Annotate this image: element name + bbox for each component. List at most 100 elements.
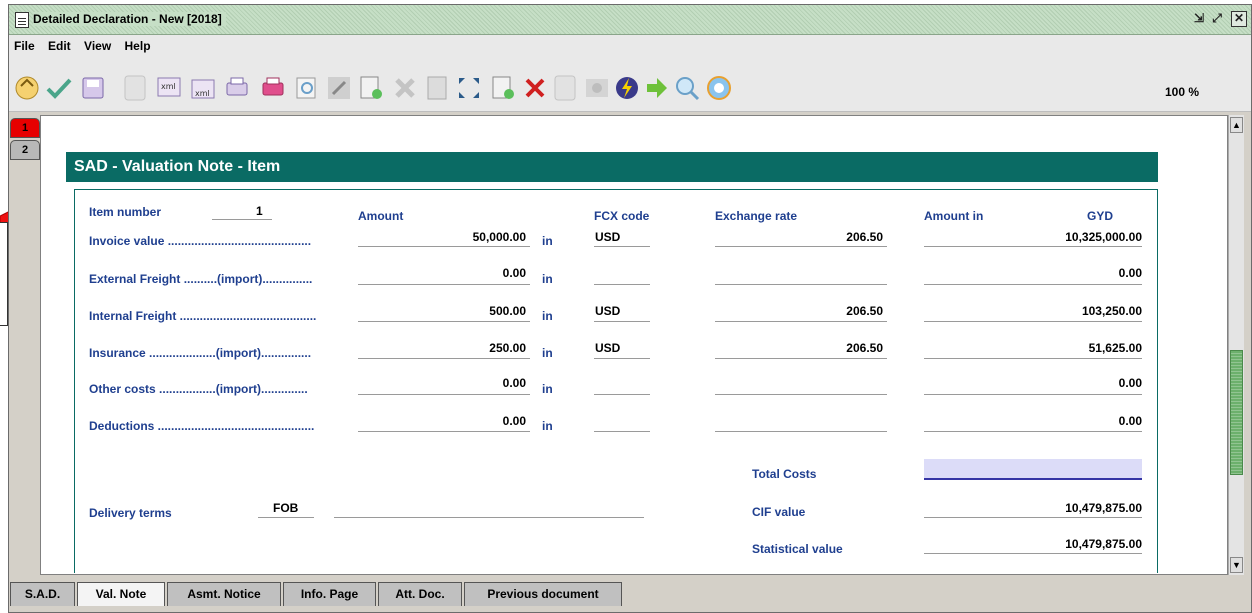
restore-icon[interactable]: ⇲ [1191, 11, 1207, 27]
field-underline [358, 358, 530, 359]
in-label: in [542, 382, 553, 396]
add-item-icon[interactable] [489, 74, 517, 102]
delivery-terms-label: Delivery terms [89, 506, 172, 520]
in-label: in [542, 419, 553, 433]
document-icon [423, 74, 451, 102]
expand-icon[interactable] [455, 74, 483, 102]
scroll-thumb[interactable] [1230, 350, 1243, 475]
insurance-rate-field[interactable]: 206.50 [715, 341, 883, 355]
amount-in-header: Amount in [924, 209, 984, 223]
save-icon[interactable] [79, 74, 107, 102]
tab-sad[interactable]: S.A.D. [10, 582, 75, 606]
field-underline [594, 394, 650, 395]
close-icon[interactable]: ✕ [1231, 11, 1247, 27]
invoice-amount-field[interactable]: 50,000.00 [358, 230, 526, 244]
lightning-icon[interactable] [613, 74, 641, 102]
menu-edit[interactable]: Edit [43, 35, 76, 53]
view-icon [583, 74, 611, 102]
tab-previous-document[interactable]: Previous document [464, 582, 622, 606]
in-label: in [542, 234, 553, 248]
external-freight-amount-field[interactable]: 0.00 [358, 266, 526, 280]
statistical-value-label: Statistical value [752, 542, 843, 556]
internal-freight-fcx-field[interactable]: USD [595, 304, 620, 318]
delete-icon [391, 74, 419, 102]
field-underline [358, 321, 530, 322]
check-icon[interactable] [45, 74, 73, 102]
page-tab-1[interactable]: 1 [10, 118, 40, 138]
in-label: in [542, 272, 553, 286]
insurance-label: Insurance ....................(import)..… [89, 346, 312, 360]
print-icon[interactable] [259, 74, 287, 102]
deductions-label: Deductions .............................… [89, 419, 315, 433]
tab-info-page[interactable]: Info. Page [283, 582, 376, 606]
help-icon[interactable] [705, 74, 733, 102]
field-underline [924, 394, 1142, 395]
field-underline [924, 553, 1142, 554]
invoice-gyd-field: 10,325,000.00 [1065, 230, 1142, 244]
vertical-scrollbar[interactable]: ▲ ▼ [1228, 115, 1244, 575]
open-icon[interactable] [13, 74, 41, 102]
field-underline [594, 246, 650, 247]
tab-val-note[interactable]: Val. Note [77, 582, 165, 606]
find-icon[interactable] [293, 74, 321, 102]
remove-icon[interactable] [521, 74, 549, 102]
tab-att-doc[interactable]: Att. Doc. [378, 582, 462, 606]
field-underline [715, 394, 887, 395]
xml-export-icon[interactable]: xml [155, 74, 183, 102]
section-title: SAD - Valuation Note - Item [66, 152, 1158, 182]
menu-file[interactable]: File [9, 35, 40, 53]
deductions-gyd-field: 0.00 [1118, 414, 1142, 428]
print-preview-icon[interactable] [223, 74, 251, 102]
other-costs-gyd-field: 0.00 [1118, 376, 1142, 390]
insurance-gyd-field: 51,625.00 [1088, 341, 1142, 355]
field-underline [334, 517, 644, 518]
background-window-fragment [0, 222, 8, 326]
delivery-terms-field[interactable]: FOB [273, 501, 298, 515]
page-tab-2[interactable]: 2 [10, 140, 40, 160]
field-underline [924, 517, 1142, 518]
item-number-value[interactable]: 1 [256, 204, 263, 218]
forward-icon[interactable] [643, 74, 671, 102]
field-underline [358, 284, 530, 285]
insurance-amount-field[interactable]: 250.00 [358, 341, 526, 355]
in-label: in [542, 309, 553, 323]
field-underline [715, 358, 887, 359]
field-underline [715, 284, 887, 285]
cif-value-field: 10,479,875.00 [1065, 501, 1142, 515]
menu-view[interactable]: View [79, 35, 116, 53]
xml-import-icon[interactable]: xml [189, 74, 217, 102]
scroll-up-icon[interactable]: ▲ [1230, 117, 1243, 133]
menu-bar: File Edit View Help [9, 35, 1251, 57]
window-title: Detailed Declaration - New [2018] [33, 12, 226, 26]
other-costs-label: Other costs .................(import)...… [89, 382, 308, 396]
item-number-label: Item number [89, 205, 162, 219]
total-costs-field[interactable] [924, 459, 1142, 480]
internal-freight-rate-field[interactable]: 206.50 [715, 304, 883, 318]
blank-icon [121, 74, 149, 102]
invoice-value-label: Invoice value ..........................… [89, 234, 312, 248]
field-underline [594, 358, 650, 359]
external-freight-label: External Freight ..........(import).....… [89, 272, 313, 286]
exchange-rate-header: Exchange rate [715, 209, 798, 223]
insurance-fcx-field[interactable]: USD [595, 341, 620, 355]
amount-header: Amount [358, 209, 404, 223]
invoice-fcx-field[interactable]: USD [595, 230, 620, 244]
field-underline [715, 431, 887, 432]
scroll-down-icon[interactable]: ▼ [1230, 557, 1243, 573]
blank2-icon [551, 74, 579, 102]
invoice-rate-field[interactable]: 206.50 [715, 230, 883, 244]
menu-help[interactable]: Help [120, 35, 156, 53]
other-costs-amount-field[interactable]: 0.00 [358, 376, 526, 390]
maximize-icon[interactable]: ⤢ [1209, 11, 1225, 27]
item-number-underline [212, 219, 272, 220]
statistical-value-field: 10,479,875.00 [1065, 537, 1142, 551]
tab-asmt-notice[interactable]: Asmt. Notice [167, 582, 281, 606]
zoom-icon[interactable] [673, 74, 701, 102]
field-underline [594, 321, 650, 322]
internal-freight-amount-field[interactable]: 500.00 [358, 304, 526, 318]
deductions-amount-field[interactable]: 0.00 [358, 414, 526, 428]
zoom-level[interactable]: 100 % [1165, 85, 1199, 99]
new-item-icon[interactable] [357, 74, 385, 102]
external-freight-gyd-field: 0.00 [1118, 266, 1142, 280]
internal-freight-label: Internal Freight .......................… [89, 309, 317, 323]
